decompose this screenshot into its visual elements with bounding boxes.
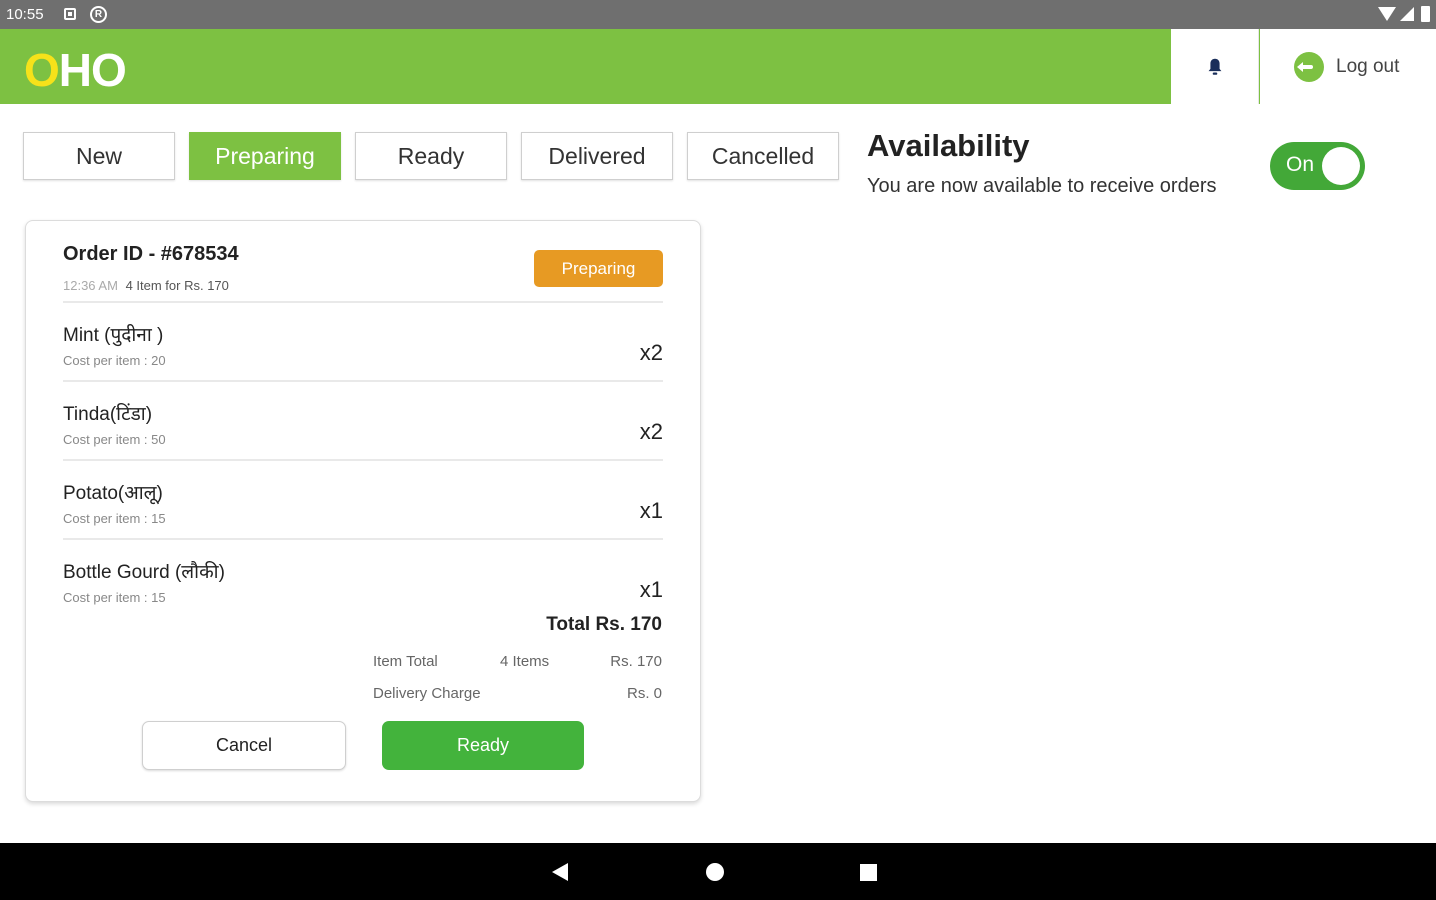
system-nav-bar — [0, 843, 1436, 900]
toggle-label: On — [1286, 153, 1315, 176]
item-cost: Cost per item : 20 — [63, 353, 166, 368]
delivery-charge-label: Delivery Charge — [373, 685, 481, 702]
availability-subtitle: You are now available to receive orders — [867, 175, 1217, 197]
list-item: Bottle Gourd (लौकी) Cost per item : 15 x… — [63, 538, 663, 617]
item-name: Bottle Gourd (लौकी) — [63, 562, 225, 583]
order-status-tabs: New Preparing Ready Delivered Cancelled — [23, 132, 839, 180]
order-time: 12:36 AM — [63, 278, 118, 293]
list-item: Mint (पुदीना ) Cost per item : 20 x2 — [63, 301, 663, 380]
item-name: Potato(आलू) — [63, 483, 163, 504]
item-cost: Cost per item : 15 — [63, 511, 166, 526]
item-name: Tinda(टिंडा) — [63, 404, 153, 425]
order-id: Order ID - #678534 — [63, 243, 239, 265]
notifications-button[interactable] — [1171, 29, 1259, 104]
tab-ready[interactable]: Ready — [355, 132, 507, 180]
item-quantity: x2 — [639, 419, 663, 444]
ready-button[interactable]: Ready — [382, 721, 584, 770]
availability-title: Availability — [867, 128, 1030, 163]
logout-button[interactable]: Log out — [1260, 29, 1436, 104]
tab-preparing[interactable]: Preparing — [189, 132, 341, 180]
item-quantity: x1 — [639, 577, 663, 602]
recent-apps-icon[interactable] — [860, 864, 877, 881]
notification-icon — [64, 8, 76, 20]
order-meta: 12:36 AM 4 Item for Rs. 170 — [63, 278, 229, 293]
bell-icon — [1208, 58, 1221, 75]
item-quantity: x1 — [639, 498, 663, 523]
item-total-count: 4 Items — [500, 653, 550, 670]
item-total-value: Rs. 170 — [610, 653, 662, 670]
list-item: Potato(आलू) Cost per item : 15 x1 — [63, 459, 663, 538]
app-logo: OHO — [24, 44, 127, 96]
tab-delivered[interactable]: Delivered — [521, 132, 673, 180]
order-total: Total Rs. 170 — [546, 614, 662, 635]
app-header: OHO Log out — [0, 29, 1436, 104]
order-card: Order ID - #678534 12:36 AM 4 Item for R… — [25, 220, 701, 802]
item-cost: Cost per item : 15 — [63, 590, 166, 605]
order-summary: 4 Item for Rs. 170 — [125, 278, 229, 293]
delivery-charge-value: Rs. 0 — [626, 685, 662, 702]
item-quantity: x2 — [639, 340, 663, 365]
availability-toggle[interactable]: On — [1270, 142, 1365, 190]
status-bar: 10:55 R — [0, 0, 1436, 29]
order-items-list: Mint (पुदीना ) Cost per item : 20 x2 Tin… — [63, 301, 663, 617]
list-item: Tinda(टिंडा) Cost per item : 50 x2 — [63, 380, 663, 459]
battery-icon — [1421, 6, 1430, 22]
toggle-knob — [1322, 147, 1360, 185]
logout-icon — [1294, 51, 1324, 82]
tab-new[interactable]: New — [23, 132, 175, 180]
item-cost: Cost per item : 50 — [63, 432, 166, 447]
back-icon[interactable] — [552, 863, 568, 881]
status-time: 10:55 — [6, 6, 44, 23]
signal-icon — [1400, 7, 1414, 21]
item-name: Mint (पुदीना ) — [63, 325, 164, 346]
cancel-button[interactable]: Cancel — [142, 721, 346, 770]
status-badge: Preparing — [534, 250, 663, 287]
registered-icon: R — [90, 6, 107, 23]
tab-cancelled[interactable]: Cancelled — [687, 132, 839, 180]
logout-label: Log out — [1336, 55, 1400, 77]
wifi-icon — [1378, 7, 1396, 21]
item-total-label: Item Total — [373, 653, 438, 670]
home-icon[interactable] — [706, 863, 724, 881]
